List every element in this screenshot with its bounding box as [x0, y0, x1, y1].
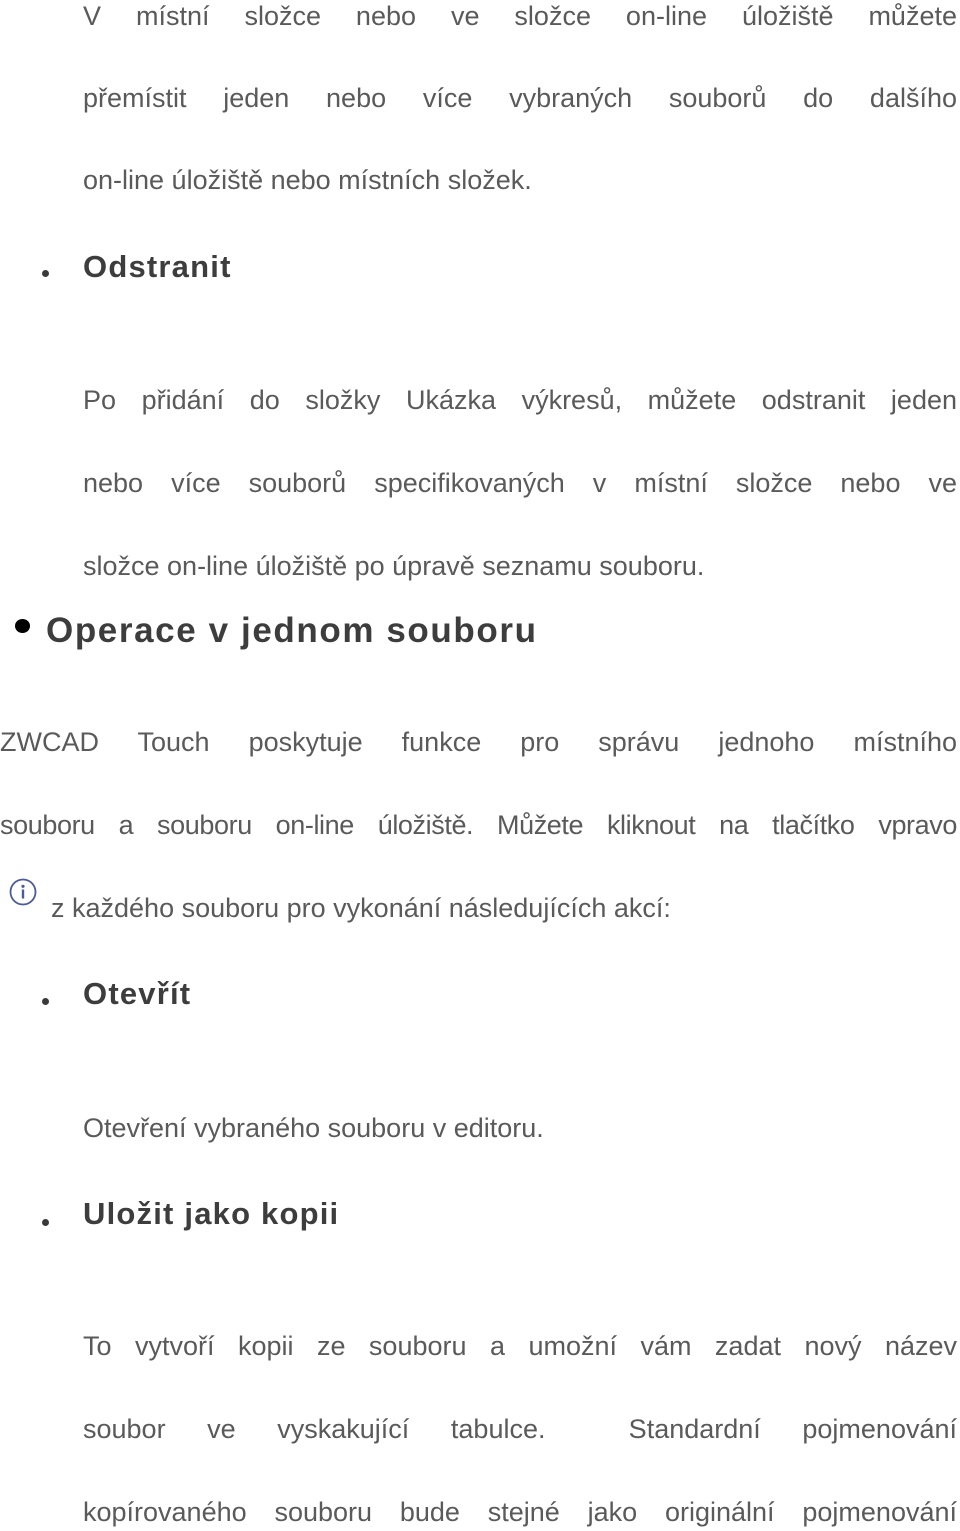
bullet-ulozit	[42, 1219, 49, 1226]
odstranit-line-1: Po přidání do složky Ukázka výkresů, můž…	[83, 385, 957, 415]
heading-ulozit: Uložit jako kopii	[83, 1196, 340, 1231]
bullet-otevrit	[42, 998, 49, 1005]
section-line-3: z každého souboru pro vykonání následují…	[51, 893, 671, 923]
section-line-1: ZWCAD Touch poskytuje funkce pro správu …	[0, 727, 957, 757]
bullet-section	[15, 619, 30, 633]
ulozit-line-3: kopírovaného souboru bude stejné jako or…	[83, 1497, 957, 1527]
intro-line-3: on-line úložiště nebo místních složek.	[83, 165, 532, 195]
odstranit-line-3: složce on-line úložiště po úpravě seznam…	[83, 551, 705, 581]
otevrit-line-1: Otevření vybraného souboru v editoru.	[83, 1113, 544, 1143]
odstranit-line-2: nebo více souborů specifikovaných v míst…	[83, 468, 957, 498]
section-line-2: souboru a souboru on-line úložiště. Může…	[0, 810, 957, 840]
heading-odstranit: Odstranit	[83, 249, 232, 284]
intro-line-1: V místní složce nebo ve složce on-line ú…	[83, 1, 957, 31]
info-icon	[9, 878, 37, 906]
ulozit-line-1: To vytvoří kopii ze souboru a umožní vám…	[83, 1331, 957, 1361]
bullet-odstranit	[42, 270, 49, 277]
ulozit-line-2: soubor ve vyskakující tabulce. Standardn…	[83, 1414, 957, 1444]
heading-otevrit: Otevřít	[83, 976, 192, 1011]
section-heading: Operace v jednom souboru	[46, 611, 538, 650]
intro-line-2: přemístit jeden nebo více vybraných soub…	[83, 83, 957, 113]
